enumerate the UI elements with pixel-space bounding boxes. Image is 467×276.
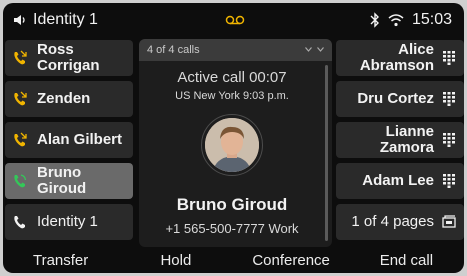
keypad-icon	[443, 133, 455, 147]
line-key-label: Identity 1	[37, 213, 98, 230]
speed-dial-label: Alice Abramson	[359, 41, 434, 74]
caller-location-time: US New York 9:03 p.m.	[175, 90, 289, 102]
line-key-label: Ross Corrigan	[37, 41, 100, 74]
line-key-bruno-giroud[interactable]: Bruno Giroud	[5, 163, 133, 199]
keypad-icon	[443, 174, 455, 188]
speed-dial-dru-cortez[interactable]: Dru Cortez	[336, 81, 464, 117]
line-key-ross-corrigan[interactable]: Ross Corrigan	[5, 40, 133, 76]
speed-dial-label: Lianne Zamora	[379, 123, 434, 156]
softkey-bar: Transfer Hold Conference End call	[3, 249, 464, 273]
voicemail-icon	[225, 15, 245, 25]
call-count: 4 of 4 calls	[147, 44, 200, 56]
speed-dial-lianne-zamora[interactable]: Lianne Zamora	[336, 122, 464, 158]
bluetooth-icon	[370, 12, 379, 28]
clock: 15:03	[411, 11, 452, 28]
line-key-identity-1[interactable]: Identity 1	[5, 204, 133, 240]
wifi-icon	[388, 14, 404, 27]
missed-call-icon	[14, 50, 27, 65]
conference-button[interactable]: Conference	[234, 249, 349, 273]
chevron-down-icon[interactable]	[305, 47, 312, 52]
line-key-label: Bruno Giroud	[37, 164, 87, 197]
line-key-zenden[interactable]: Zenden	[5, 81, 133, 117]
active-call-icon	[14, 174, 27, 188]
avatar-photo	[205, 118, 259, 172]
status-bar: Identity 1 15:03	[3, 3, 464, 39]
speed-dial-label: Adam Lee	[362, 172, 434, 189]
phone-icon	[14, 216, 25, 229]
keypad-icon	[443, 51, 455, 65]
pages-icon	[442, 215, 456, 228]
call-status: Active call 00:07	[177, 69, 287, 86]
scrollbar[interactable]	[325, 65, 328, 241]
identity-indicator: Identity 1	[13, 11, 98, 29]
identity-label: Identity 1	[33, 11, 98, 28]
missed-call-icon	[14, 91, 27, 106]
status-right: 15:03	[370, 11, 452, 29]
speed-dial-alice-abramson[interactable]: Alice Abramson	[336, 40, 464, 76]
caller-number: +1 565-500-7777 Work	[165, 221, 299, 236]
line-key-label: Alan Gilbert	[37, 131, 123, 148]
speed-dial-adam-lee[interactable]: Adam Lee	[336, 163, 464, 199]
speaker-icon	[14, 15, 25, 25]
chevron-down-icon[interactable]	[317, 47, 324, 52]
active-call-panel[interactable]: 4 of 4 calls Active call 00:07 US New Yo…	[139, 39, 332, 247]
transfer-button[interactable]: Transfer	[3, 249, 118, 273]
missed-call-icon	[14, 132, 27, 147]
hold-button[interactable]: Hold	[118, 249, 233, 273]
caller-name: Bruno Giroud	[176, 195, 288, 214]
line-key-alan-gilbert[interactable]: Alan Gilbert	[5, 122, 133, 158]
avatar	[205, 118, 259, 172]
line-key-label: Zenden	[37, 90, 91, 107]
page-indicator-label: 1 of 4 pages	[351, 213, 434, 230]
phone-screen: Identity 1 15:03 Ross Corrigan Zenden Al…	[3, 3, 464, 273]
call-list-header: 4 of 4 calls	[139, 39, 332, 61]
page-indicator-button[interactable]: 1 of 4 pages	[336, 204, 464, 240]
end-call-button[interactable]: End call	[349, 249, 464, 273]
keypad-icon	[443, 92, 455, 106]
speed-dial-label: Dru Cortez	[357, 90, 434, 107]
